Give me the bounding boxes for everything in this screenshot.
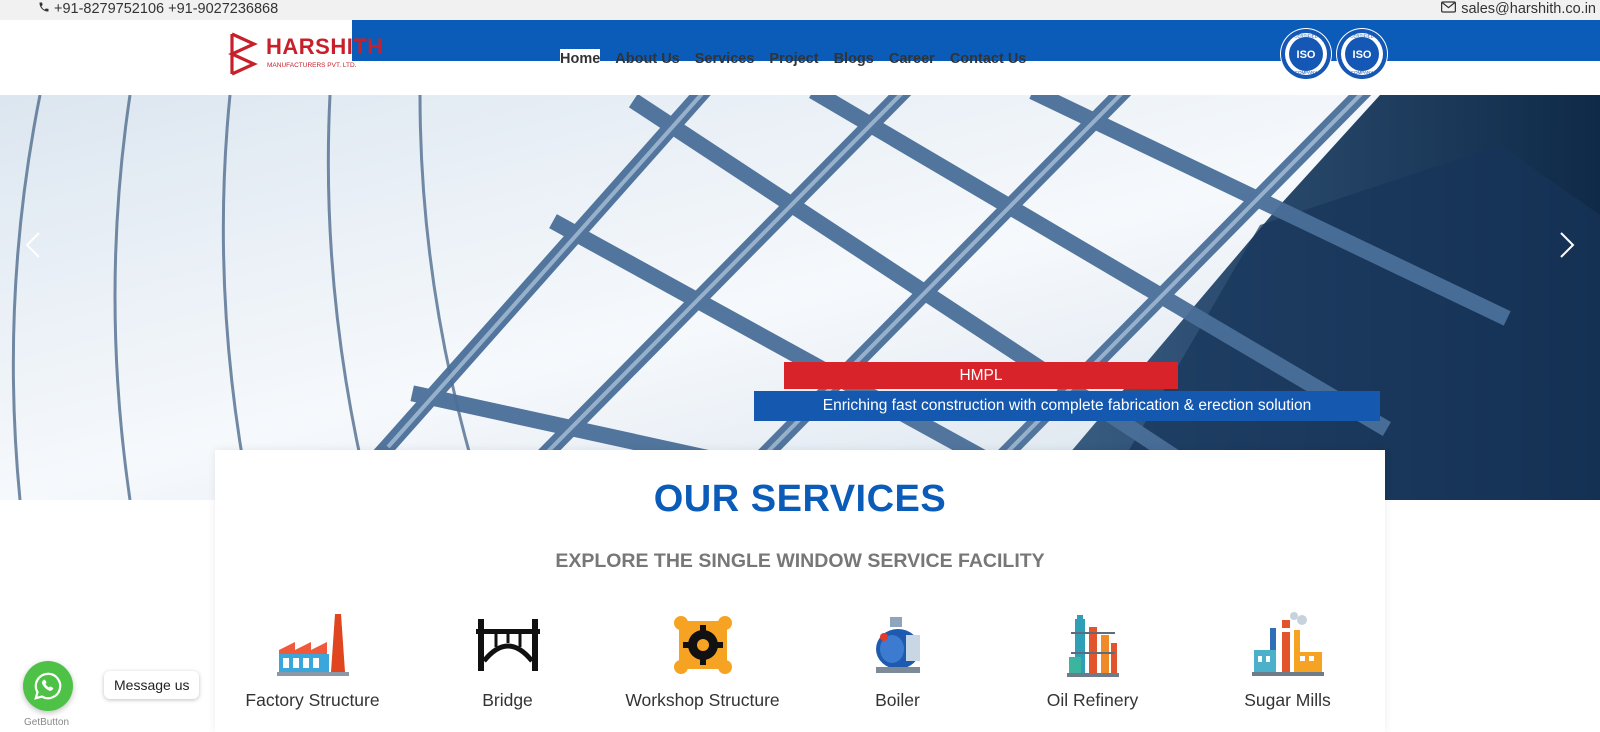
service-factory-structure[interactable]: Factory Structure: [215, 610, 410, 711]
service-label: Workshop Structure: [625, 690, 780, 710]
service-workshop-structure[interactable]: Workshop Structure: [605, 610, 800, 711]
slider-next-arrow[interactable]: [1552, 230, 1582, 260]
service-label: Oil Refinery: [1046, 690, 1139, 710]
hero-steel-structure-image: [0, 95, 1600, 500]
main-nav: Home About Us Services Project Blogs Car…: [560, 49, 1041, 69]
services-subheading: EXPLORE THE SINGLE WINDOW SERVICE FACILI…: [555, 550, 1045, 572]
getbutton-credit[interactable]: GetButton: [24, 717, 69, 728]
email-address: sales@harshith.co.in: [1461, 1, 1596, 17]
service-label: Sugar Mills: [1244, 690, 1331, 710]
nav-services[interactable]: Services: [695, 49, 755, 69]
svg-text:COMPANY: COMPANY: [1351, 70, 1373, 75]
service-boiler[interactable]: Boiler: [800, 610, 995, 711]
logo-brand-text: HARSHITH: [266, 34, 384, 59]
service-label: Boiler: [875, 690, 920, 710]
service-label: Factory Structure: [245, 690, 380, 710]
phone-contact[interactable]: +91-8279752106 +91-9027236868: [38, 1, 278, 17]
logo-subtitle: MANUFACTURERS PVT. LTD.: [267, 62, 357, 69]
whatsapp-message-label[interactable]: Message us: [104, 671, 200, 699]
site-header: HARSHITH MANUFACTURERS PVT. LTD. Home Ab…: [0, 20, 1600, 95]
hero-caption-subtitle: Enriching fast construction with complet…: [754, 391, 1380, 421]
service-bridge[interactable]: Bridge: [410, 610, 605, 711]
phone-icon: [38, 1, 50, 17]
whatsapp-chat-button[interactable]: [23, 661, 73, 711]
nav-project[interactable]: Project: [769, 49, 818, 69]
chevron-right-icon: [1560, 232, 1575, 258]
nav-career[interactable]: Career: [889, 49, 935, 69]
nav-contact-us[interactable]: Contact Us: [950, 49, 1027, 69]
contact-bar: +91-8279752106 +91-9027236868 sales@hars…: [0, 0, 1600, 20]
chevron-left-icon: [25, 232, 40, 258]
company-logo[interactable]: HARSHITH MANUFACTURERS PVT. LTD.: [228, 32, 383, 76]
nav-about-us[interactable]: About Us: [615, 49, 679, 69]
svg-text:COMPANY: COMPANY: [1295, 70, 1317, 75]
iso-badges: ISO CERTIFIED COMPANY ISO CERTIFIED COMP…: [1280, 28, 1388, 80]
svg-text:CERTIFIED: CERTIFIED: [1294, 34, 1318, 39]
logo-mark-icon: [228, 32, 258, 76]
svg-text:ISO: ISO: [1353, 49, 1372, 61]
refinery-icon: [1053, 610, 1133, 680]
whatsapp-icon: [34, 672, 62, 700]
nav-blogs[interactable]: Blogs: [834, 49, 874, 69]
iso-certified-badge-icon: ISO CERTIFIED COMPANY: [1336, 28, 1388, 80]
svg-text:CERTIFIED: CERTIFIED: [1350, 34, 1374, 39]
service-oil-refinery[interactable]: Oil Refinery: [995, 610, 1190, 711]
hero-slider: HMPL Enriching fast construction with co…: [0, 95, 1600, 500]
service-list: Factory Structure Bridge Workshop Struct…: [215, 610, 1385, 711]
slider-prev-arrow[interactable]: [18, 230, 48, 260]
sugar-mill-icon: [1248, 610, 1328, 680]
services-section: OUR SERVICES EXPLORE THE SINGLE WINDOW S…: [215, 450, 1385, 732]
boiler-icon: [858, 610, 938, 680]
bridge-icon: [468, 610, 548, 680]
svg-text:ISO: ISO: [1297, 49, 1316, 61]
phone-numbers: +91-8279752106 +91-9027236868: [54, 1, 279, 17]
service-sugar-mills[interactable]: Sugar Mills: [1190, 610, 1385, 711]
envelope-icon: [1441, 1, 1457, 17]
factory-icon: [273, 610, 353, 680]
services-heading: OUR SERVICES: [653, 478, 947, 520]
nav-home[interactable]: Home: [560, 49, 601, 69]
workshop-gear-icon: [663, 610, 743, 680]
iso-certified-badge-icon: ISO CERTIFIED COMPANY: [1280, 28, 1332, 80]
hero-caption-title: HMPL: [784, 362, 1178, 389]
email-contact[interactable]: sales@harshith.co.in: [1441, 1, 1596, 17]
service-label: Bridge: [482, 690, 533, 710]
